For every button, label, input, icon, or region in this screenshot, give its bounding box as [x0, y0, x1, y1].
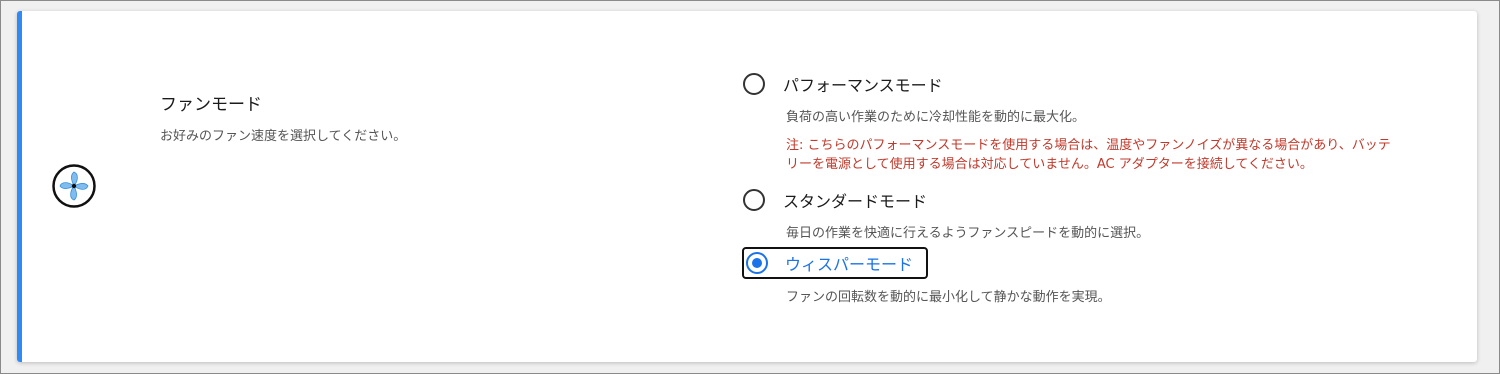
- radio-button-unchecked[interactable]: [743, 73, 765, 95]
- option-description-performance: 負荷の高い作業のために冷却性能を動的に最大化。: [786, 110, 1086, 125]
- option-description-standard: 毎日の作業を快適に行えるようファンスピードを動的に選択。: [786, 226, 1150, 241]
- fan-icon: [52, 164, 96, 208]
- setting-title: ファンモード: [160, 95, 262, 115]
- option-label-performance: パフォーマンスモード: [783, 76, 943, 95]
- option-description-whisper: ファンの回転数を動的に最小化して静かな動作を実現。: [786, 290, 1111, 305]
- whisper-mode-radio[interactable]: ウィスパーモード: [742, 247, 929, 279]
- standard-mode-radio[interactable]: スタンダードモード: [743, 185, 927, 215]
- fan-mode-setting-card: ファンモード お好みのファン速度を選択してください。 パフォーマンスモード 負荷…: [17, 11, 1477, 362]
- option-label-standard: スタンダードモード: [783, 192, 928, 211]
- radio-button-checked[interactable]: [746, 252, 768, 274]
- setting-description: お好みのファン速度を選択してください。: [160, 129, 407, 144]
- performance-mode-radio[interactable]: パフォーマンスモード: [743, 69, 943, 99]
- option-label-whisper: ウィスパーモード: [785, 255, 914, 274]
- card-accent-bar: [17, 11, 22, 362]
- performance-mode-warning: 注: こちらのパフォーマンスモードを使用する場合は、温度やファンノイズが異なる場…: [786, 138, 1391, 172]
- radio-button-unchecked[interactable]: [743, 189, 765, 211]
